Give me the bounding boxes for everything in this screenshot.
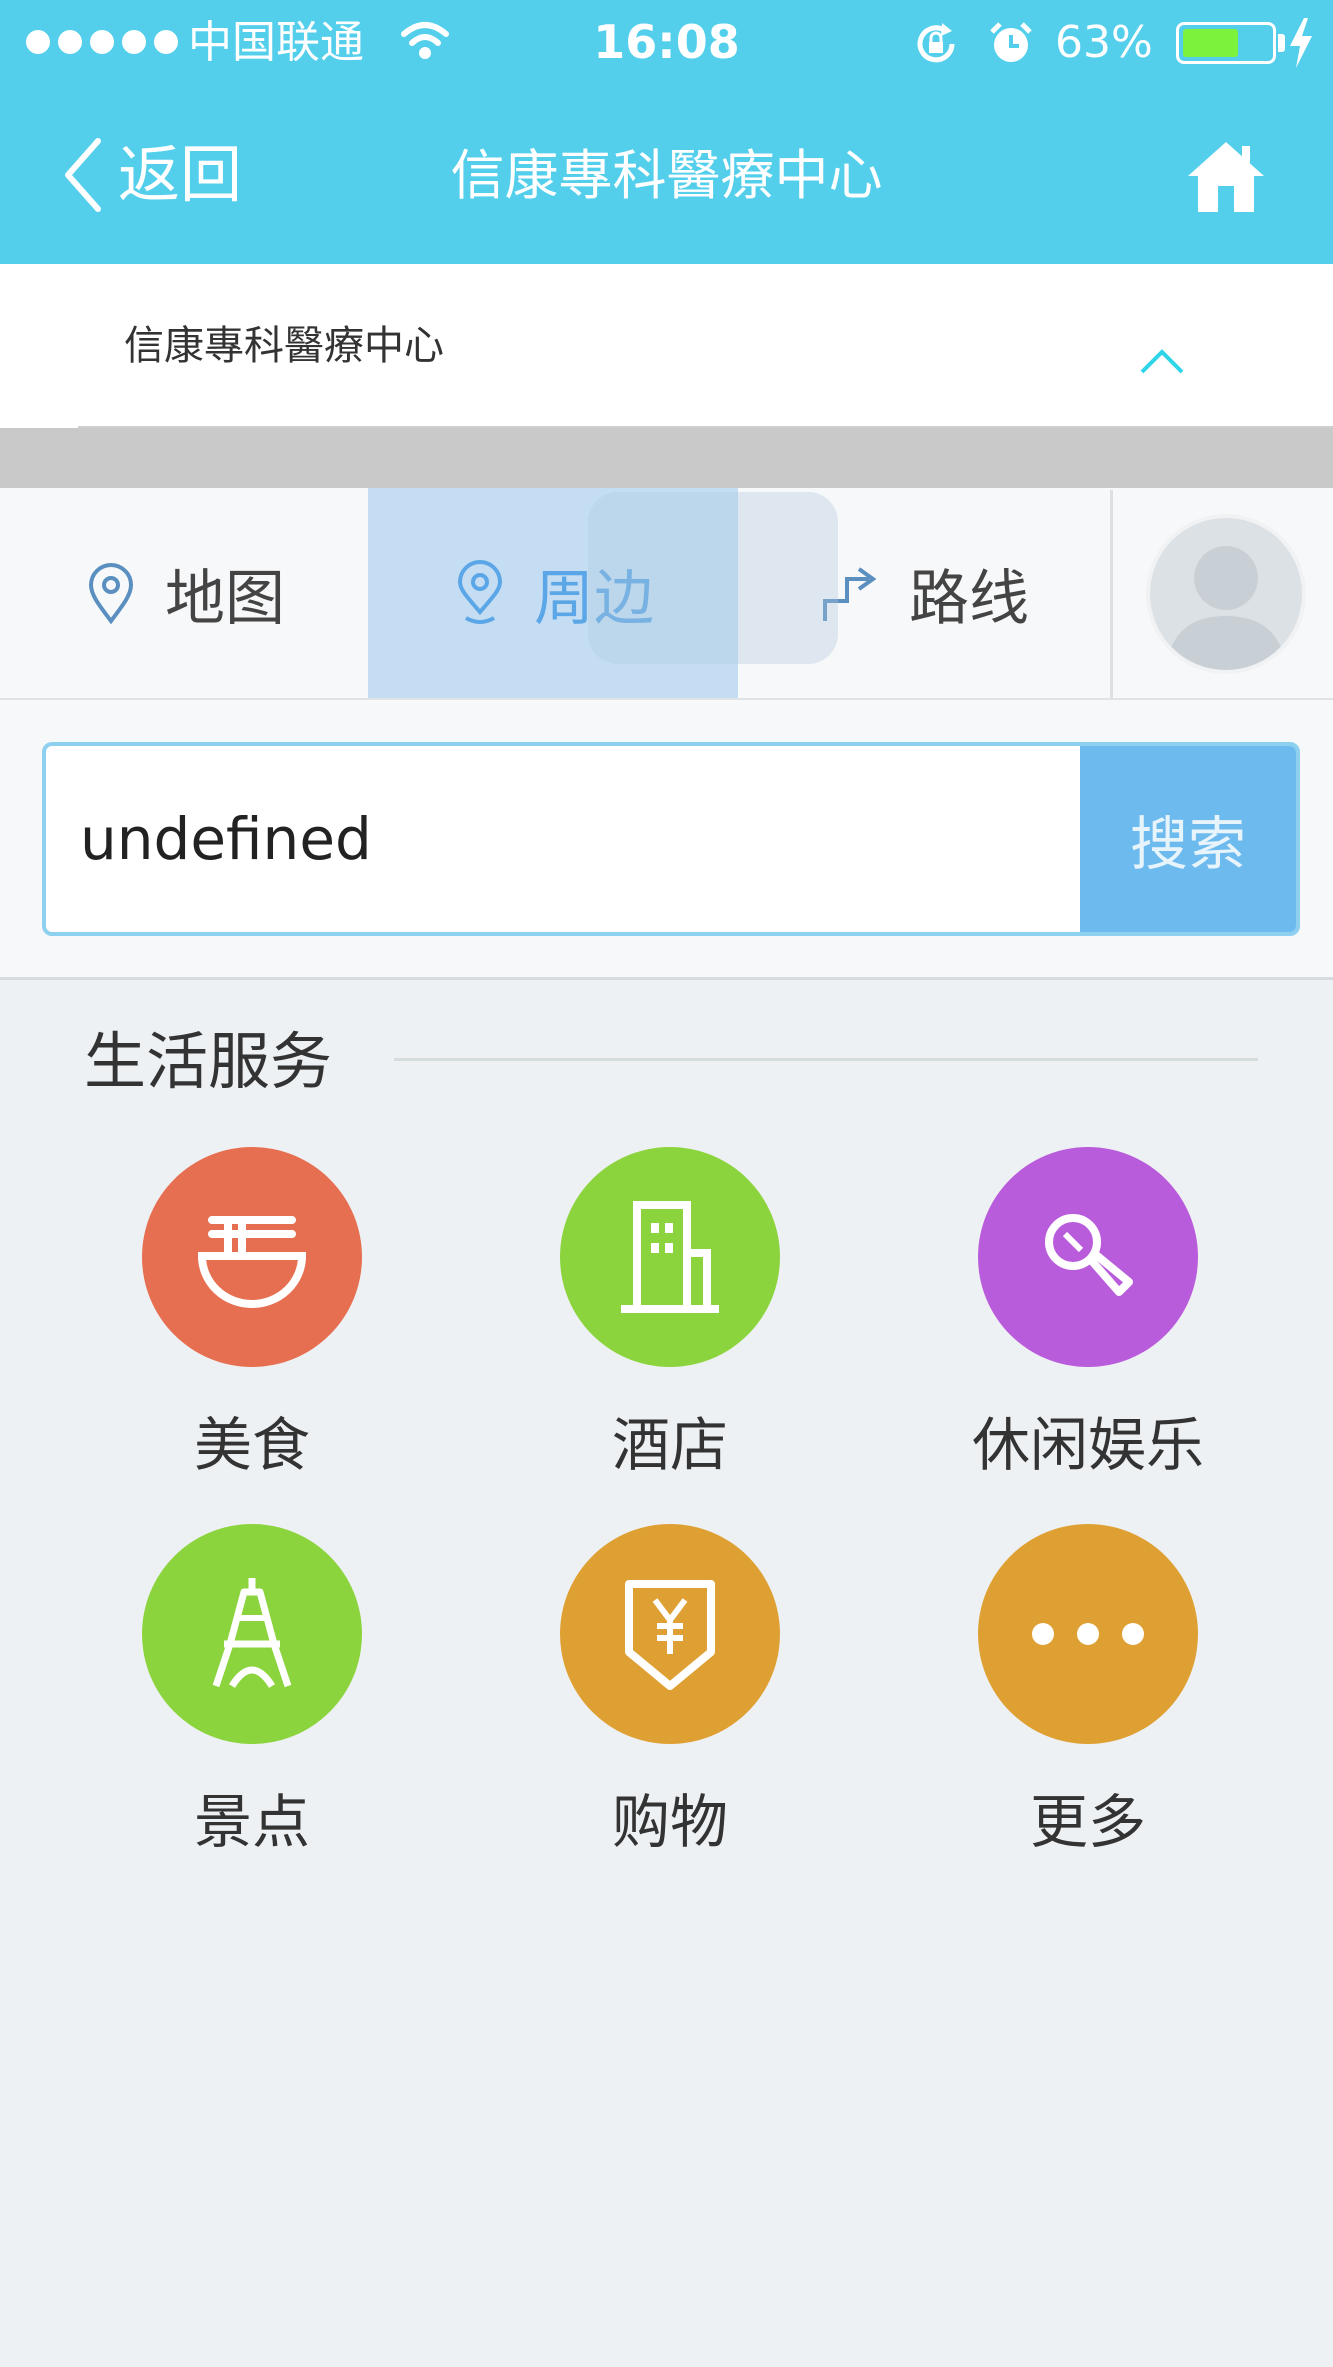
- service-more[interactable]: 更多: [938, 1524, 1238, 1862]
- rotation-lock-icon: [917, 23, 955, 63]
- navigation-bar: 返回 信康專科醫療中心: [0, 86, 1333, 264]
- avatar[interactable]: [1146, 514, 1306, 674]
- more-dots-icon: [1032, 1623, 1144, 1645]
- press-highlight: [588, 492, 838, 664]
- service-icon-circle: [560, 1147, 780, 1367]
- tab-label: 地图: [165, 563, 285, 634]
- divider-band: [0, 428, 1333, 488]
- battery-tip: [1278, 34, 1285, 52]
- noodle-bowl-icon: [197, 1216, 307, 1308]
- service-shopping[interactable]: 购物: [520, 1524, 820, 1862]
- user-silhouette-icon: [1166, 546, 1286, 670]
- location-pin-icon: [457, 560, 503, 624]
- battery-percent: 63%: [1055, 17, 1153, 68]
- page-title: 信康專科醫療中心: [450, 144, 883, 207]
- search-box: 搜索: [42, 742, 1300, 936]
- section-title: 生活服务: [84, 1025, 333, 1098]
- place-header[interactable]: 信康專科醫療中心: [0, 264, 1333, 428]
- service-attractions[interactable]: 景点: [102, 1524, 402, 1862]
- service-label: 美食: [193, 1411, 310, 1479]
- search-button[interactable]: 搜索: [1080, 746, 1296, 932]
- service-icon-circle: [142, 1147, 362, 1367]
- service-icon-circle: [978, 1524, 1198, 1744]
- location-pin-icon: [88, 563, 134, 625]
- service-icon-circle: [560, 1524, 780, 1744]
- building-icon: [621, 1201, 719, 1313]
- tab-divider: [1110, 490, 1113, 698]
- section-divider: [394, 1058, 1258, 1061]
- service-icon-circle: [978, 1147, 1198, 1367]
- chevron-up-icon[interactable]: [1138, 346, 1186, 376]
- charging-bolt-icon: [1290, 18, 1312, 68]
- search-input[interactable]: [46, 746, 1086, 932]
- alarm-icon: [990, 22, 1032, 62]
- place-name: 信康專科醫療中心: [124, 323, 444, 369]
- yen-tag-icon: [625, 1580, 715, 1690]
- service-entertainment[interactable]: 休闲娱乐: [938, 1147, 1238, 1485]
- microphone-icon: [1045, 1214, 1133, 1296]
- tower-icon: [212, 1578, 292, 1688]
- service-food[interactable]: 美食: [102, 1147, 402, 1485]
- home-icon[interactable]: [1186, 138, 1266, 214]
- service-label: 购物: [611, 1788, 728, 1856]
- service-label: 更多: [1029, 1788, 1146, 1856]
- top-bar: 中国联通 16:08 63% 返回 信康專科醫療中心: [0, 0, 1333, 264]
- tab-label: 路线: [909, 563, 1029, 634]
- tab-map[interactable]: 地图: [0, 488, 368, 698]
- service-hotel[interactable]: 酒店: [520, 1147, 820, 1485]
- battery-icon: [1176, 22, 1276, 64]
- service-label: 景点: [193, 1788, 310, 1856]
- status-bar: 中国联通 16:08 63%: [0, 0, 1333, 86]
- service-label: 酒店: [611, 1411, 728, 1479]
- service-icon-circle: [142, 1524, 362, 1744]
- service-label: 休闲娱乐: [971, 1411, 1204, 1479]
